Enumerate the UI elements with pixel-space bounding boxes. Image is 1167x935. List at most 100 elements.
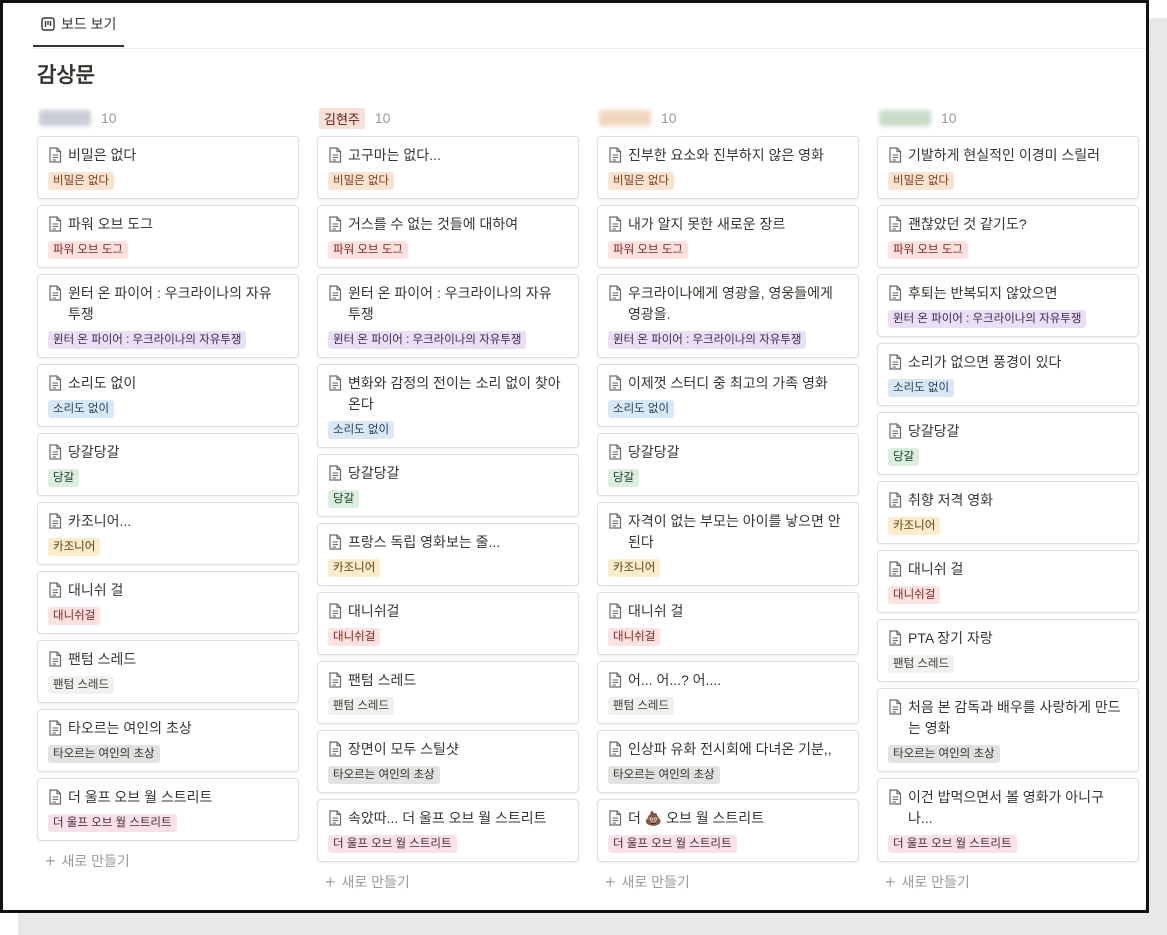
card-title: 윈터 온 파이어 : 우크라이나의 자유 투쟁 xyxy=(68,285,272,322)
board-card[interactable]: 어... 어...? 어.... 팬텀 스레드 xyxy=(597,661,859,724)
tab-label: 보드 보기 xyxy=(61,16,117,32)
board-card[interactable]: 취향 저격 영화카조니어 xyxy=(877,481,1139,544)
movie-tag: 대니쉬걸 xyxy=(48,607,101,625)
card-title-row: 우크라이나에게 영광을, 영웅들에게 영광을. xyxy=(608,283,848,325)
board-card[interactable]: 장면이 모두 스틸샷 타오르는 여인의 초상 xyxy=(317,730,579,793)
card-title-row: 윈터 온 파이어 : 우크라이나의 자유 투쟁 xyxy=(328,283,568,325)
new-card-button[interactable]: + 새로 만들기 xyxy=(597,868,859,896)
board-card[interactable]: 대니쉬 걸대니쉬걸 xyxy=(37,571,299,634)
board-card[interactable]: 더 울프 오브 월 스트리트 더 울프 오브 월 스트리트 xyxy=(37,778,299,841)
card-list: 기발하게 현실적인 이경미 스릴러 비밀은 없다 괜찮았던 것 같기도? 파워 오브 … xyxy=(877,136,1139,862)
author-tag: 김현주 xyxy=(319,107,365,129)
page-icon xyxy=(889,354,902,370)
card-title-row: 기발하게 현실적인 이경미 스릴러 xyxy=(888,145,1128,166)
board-card[interactable]: 괜찮았던 것 같기도? 파워 오브 도그 xyxy=(877,205,1139,268)
board-card[interactable]: 후퇴는 반복되지 않았으면 윈터 온 파이어 : 우크라이나의 자유투쟁 xyxy=(877,274,1139,337)
new-card-button[interactable]: + 새로 만들기 xyxy=(877,868,1139,896)
movie-tag: 카조니어 xyxy=(608,559,661,577)
card-title: 대니쉬 걸 xyxy=(68,582,124,598)
board-card[interactable]: 자격이 없는 부모는 아이를 낳으면 안 된다 카조니어 xyxy=(597,502,859,586)
board-card[interactable]: 당갈당갈 당갈 xyxy=(317,454,579,517)
page-icon xyxy=(49,582,62,598)
column-header[interactable]: 김현주 10 xyxy=(317,103,579,133)
card-title-row: 프랑스 독립 영화보는 줄... xyxy=(328,532,568,553)
card-title-row: 당갈당갈 xyxy=(48,442,288,463)
tab-board-view[interactable]: 보드 보기 xyxy=(33,3,125,47)
board-card[interactable]: 소리도 없이 소리도 없이 xyxy=(37,364,299,427)
card-title: 괜찮았던 것 같기도? xyxy=(908,216,1027,232)
page-icon xyxy=(889,561,902,577)
board-card[interactable]: 당갈당갈 당갈 xyxy=(877,412,1139,475)
board-card[interactable]: 당갈당갈 당갈 xyxy=(597,433,859,496)
card-title-row: 이제껏 스터디 중 최고의 가족 영화 xyxy=(608,373,848,394)
board-card[interactable]: 카조니어... 카조니어 xyxy=(37,502,299,565)
board-card[interactable]: 거스를 수 없는 것들에 대하여 파워 오브 도그 xyxy=(317,205,579,268)
card-title: 대니쉬걸 xyxy=(348,603,400,619)
card-title-row: 취향 저격 영화 xyxy=(888,490,1128,511)
board-card[interactable]: 이건 밥먹으면서 볼 영화가 아니구나... 더 울프 오브 월 스트리트 xyxy=(877,778,1139,862)
movie-tag: 대니쉬걸 xyxy=(328,628,381,646)
board-card[interactable]: 대니쉬 걸 대니쉬걸 xyxy=(877,550,1139,613)
page-icon xyxy=(49,651,62,667)
card-title: 진부한 요소와 진부하지 않은 영화 xyxy=(628,147,824,163)
page-icon xyxy=(889,423,902,439)
board-card[interactable]: 인상파 유화 전시회에 다녀온 기분,, 타오르는 여인의 초상 xyxy=(597,730,859,793)
new-card-button[interactable]: + 새로 만들기 xyxy=(37,847,299,875)
board-card[interactable]: 파워 오브 도그 파워 오브 도그 xyxy=(37,205,299,268)
board-card[interactable]: 우크라이나에게 영광을, 영웅들에게 영광을. 윈터 온 파이어 : 우크라이나의… xyxy=(597,274,859,358)
card-title-row: 비밀은 없다 xyxy=(48,145,288,166)
column-header[interactable]: 10 xyxy=(37,103,299,133)
board-card[interactable]: 윈터 온 파이어 : 우크라이나의 자유 투쟁 윈터 온 파이어 : 우크라이나의… xyxy=(37,274,299,358)
board-card[interactable]: 내가 알지 못한 새로운 장르 파워 오브 도그 xyxy=(597,205,859,268)
board-window: 보드 보기 감상문 10 비밀은 없다 비밀은 없다 파워 오브 도그 파워 오브 도그… xyxy=(0,0,1149,913)
board-card[interactable]: 기발하게 현실적인 이경미 스릴러 비밀은 없다 xyxy=(877,136,1139,199)
board-card[interactable]: 더 💩 오브 월 스트리트 더 울프 오브 월 스트리트 xyxy=(597,799,859,862)
board-card[interactable]: 비밀은 없다 비밀은 없다 xyxy=(37,136,299,199)
board-card[interactable]: PTA 장기 자랑 팬텀 스레드 xyxy=(877,619,1139,682)
movie-tag: 타오르는 여인의 초상 xyxy=(888,745,1000,763)
card-title: 이건 밥먹으면서 볼 영화가 아니구나... xyxy=(908,789,1104,826)
movie-tag: 대니쉬걸 xyxy=(888,586,941,604)
board-card[interactable]: 이제껏 스터디 중 최고의 가족 영화 소리도 없이 xyxy=(597,364,859,427)
movie-tag: 당갈 xyxy=(608,469,640,487)
plus-icon: + xyxy=(605,872,616,892)
board-card[interactable]: 프랑스 독립 영화보는 줄... 카조니어 xyxy=(317,523,579,586)
column-header[interactable]: 10 xyxy=(597,103,859,133)
column-header[interactable]: 10 xyxy=(877,103,1139,133)
card-title: PTA 장기 자랑 xyxy=(908,630,993,646)
board-card[interactable]: 당갈당갈 당갈 xyxy=(37,433,299,496)
board-card[interactable]: 고구마는 없다... 비밀은 없다 xyxy=(317,136,579,199)
card-title: 처음 본 감독과 배우를 사랑하게 만드는 영화 xyxy=(908,699,1121,736)
card-title-row: 인상파 유화 전시회에 다녀온 기분,, xyxy=(608,739,848,760)
card-title: 당갈당갈 xyxy=(628,444,680,460)
page-icon xyxy=(49,147,62,163)
card-title-row: 대니쉬걸 xyxy=(328,601,568,622)
board-card[interactable]: 타오르는 여인의 초상 타오르는 여인의 초상 xyxy=(37,709,299,772)
board-card[interactable]: 대니쉬 걸 대니쉬걸 xyxy=(597,592,859,655)
new-card-button[interactable]: + 새로 만들기 xyxy=(317,868,579,896)
movie-tag: 윈터 온 파이어 : 우크라이나의 자유투쟁 xyxy=(888,310,1087,328)
movie-tag: 카조니어 xyxy=(888,517,941,535)
card-title: 소리가 없으면 풍경이 있다 xyxy=(908,354,1062,370)
card-title-row: 윈터 온 파이어 : 우크라이나의 자유 투쟁 xyxy=(48,283,288,325)
board-card[interactable]: 처음 본 감독과 배우를 사랑하게 만드는 영화타오르는 여인의 초상 xyxy=(877,688,1139,772)
board-card[interactable]: 변화와 감정의 전이는 소리 없이 찾아온다 소리도 없이 xyxy=(317,364,579,448)
card-title: 내가 알지 못한 새로운 장르 xyxy=(628,216,786,232)
card-title: 이제껏 스터디 중 최고의 가족 영화 xyxy=(628,375,828,391)
movie-tag: 카조니어 xyxy=(48,538,101,556)
movie-tag: 비밀은 없다 xyxy=(328,172,395,190)
movie-tag: 당갈 xyxy=(48,469,80,487)
board-card[interactable]: 윈터 온 파이어 : 우크라이나의 자유 투쟁 윈터 온 파이어 : 우크라이나의… xyxy=(317,274,579,358)
card-title: 기발하게 현실적인 이경미 스릴러 xyxy=(908,147,1100,163)
card-title-row: 대니쉬 걸 xyxy=(608,601,848,622)
board-card[interactable]: 팬텀 스레드 팬텀 스레드 xyxy=(317,661,579,724)
page-icon xyxy=(329,147,342,163)
board-card[interactable]: 속았따... 더 울프 오브 월 스트리트 더 울프 오브 월 스트리트 xyxy=(317,799,579,862)
board-card[interactable]: 진부한 요소와 진부하지 않은 영화 비밀은 없다 xyxy=(597,136,859,199)
board-card[interactable]: 소리가 없으면 풍경이 있다 소리도 없이 xyxy=(877,343,1139,406)
board-card[interactable]: 대니쉬걸 대니쉬걸 xyxy=(317,592,579,655)
board-card[interactable]: 팬텀 스레드 팬텀 스레드 xyxy=(37,640,299,703)
column-count: 10 xyxy=(101,110,117,126)
card-title-row: 내가 알지 못한 새로운 장르 xyxy=(608,214,848,235)
card-title-row: 진부한 요소와 진부하지 않은 영화 xyxy=(608,145,848,166)
